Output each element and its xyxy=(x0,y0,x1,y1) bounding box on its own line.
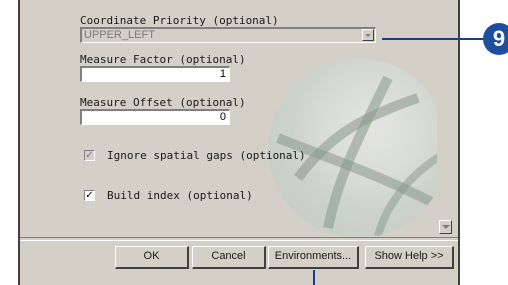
measure-factor-label: Measure Factor (optional) xyxy=(80,53,246,66)
measure-offset-input[interactable]: 0 xyxy=(80,109,230,125)
callout-line-9 xyxy=(382,38,484,40)
build-index-label: Build index (optional) xyxy=(107,189,253,202)
button-separator xyxy=(20,237,458,241)
dropdown-arrow-icon[interactable] xyxy=(362,29,374,41)
cancel-button[interactable]: Cancel xyxy=(192,246,266,269)
coordinate-priority-select[interactable]: UPPER_LEFT xyxy=(80,27,376,43)
environments-button[interactable]: Environments... xyxy=(268,246,359,269)
coordinate-priority-label: Coordinate Priority (optional) xyxy=(80,14,279,27)
callout-badge-icon: 9 xyxy=(483,23,508,55)
globe-watermark-icon xyxy=(268,58,448,238)
build-index-checkbox[interactable]: ✓ xyxy=(84,190,95,201)
measure-offset-label: Measure Offset (optional) xyxy=(80,96,246,109)
scroll-down-arrow-icon[interactable] xyxy=(439,220,452,234)
ignore-gaps-checkbox[interactable]: ✓ xyxy=(84,150,95,161)
coordinate-priority-value: UPPER_LEFT xyxy=(84,29,155,41)
ok-button[interactable]: OK xyxy=(115,246,189,269)
callout-line-environments xyxy=(313,270,315,285)
show-help-button[interactable]: Show Help >> xyxy=(365,246,454,269)
vertical-scrollbar[interactable] xyxy=(437,0,453,236)
ignore-gaps-label: Ignore spatial gaps (optional) xyxy=(107,149,306,162)
measure-factor-input[interactable]: 1 xyxy=(80,66,230,82)
